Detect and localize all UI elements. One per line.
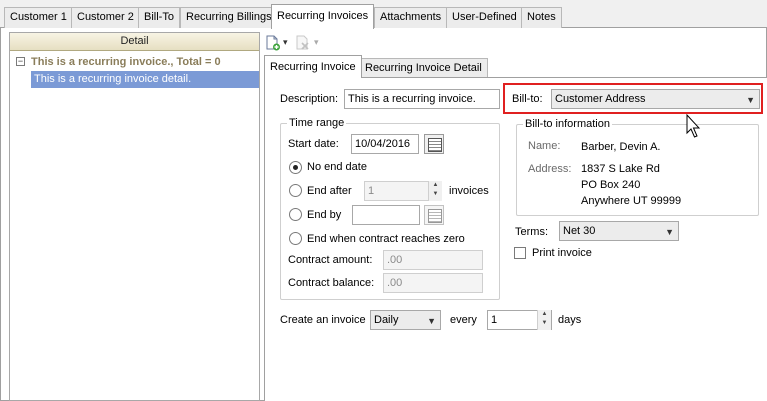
tab-customer-1[interactable]: Customer 1 <box>4 7 73 28</box>
end-after-label: End after <box>307 185 352 197</box>
end-by-label: End by <box>307 209 342 221</box>
days-label: days <box>558 314 582 326</box>
chevron-down-icon: ▼ <box>665 227 674 237</box>
tree-group-row[interactable]: − This is a recurring invoice., Total = … <box>10 53 259 71</box>
tree-column-header[interactable]: Detail <box>10 33 259 51</box>
billto-address-line3: Anywhere UT 99999 <box>581 195 682 207</box>
every-spinner[interactable]: ▲ ▼ <box>537 310 551 330</box>
billto-name-label: Name: <box>528 140 561 152</box>
tab-recurring-invoice[interactable]: Recurring Invoice <box>264 55 362 78</box>
tab-customer-2[interactable]: Customer 2 <box>71 7 140 28</box>
tree-group-label: This is a recurring invoice., Total = 0 <box>31 56 221 68</box>
frequency-select[interactable]: Daily ▼ <box>370 310 441 330</box>
billto-address-label: Address: <box>528 163 572 175</box>
no-end-date-radio[interactable] <box>289 161 302 174</box>
create-invoice-label: Create an invoice <box>280 314 366 326</box>
tab-recurring-invoices[interactable]: Recurring Invoices <box>271 4 375 29</box>
contract-balance-input[interactable]: .00 <box>383 273 483 293</box>
tab-recurring-invoice-detail[interactable]: Recurring Invoice Detail <box>359 58 488 77</box>
delete-icon[interactable] <box>295 35 311 51</box>
end-contract-zero-radio[interactable] <box>289 232 302 245</box>
chevron-down-icon: ▼ <box>427 316 436 326</box>
print-invoice-label: Print invoice <box>532 247 592 259</box>
time-range-title: Time range <box>287 116 347 130</box>
end-after-radio[interactable] <box>289 184 302 197</box>
description-label: Description: <box>280 93 339 105</box>
every-value: 1 <box>491 314 498 326</box>
description-input[interactable]: This is a recurring invoice. <box>344 89 500 109</box>
contract-amount-input[interactable]: .00 <box>383 250 483 270</box>
every-label: every <box>450 314 477 326</box>
tab-bill-to[interactable]: Bill-To <box>138 7 180 28</box>
contract-balance-label: Contract balance: <box>288 277 375 289</box>
end-by-input[interactable] <box>352 205 420 225</box>
end-after-value: 1 <box>368 185 375 197</box>
highlight-box <box>503 83 763 114</box>
tab-attachments[interactable]: Attachments <box>374 7 448 28</box>
calendar-icon[interactable] <box>424 134 444 154</box>
terms-select-value: Net 30 <box>563 225 596 237</box>
terms-select[interactable]: Net 30 ▼ <box>559 221 679 241</box>
end-after-spinner[interactable]: ▲ ▼ <box>428 181 442 201</box>
detail-tree[interactable]: Detail − This is a recurring invoice., T… <box>9 32 260 401</box>
print-invoice-checkbox[interactable] <box>514 247 526 259</box>
start-date-input[interactable]: 10/04/2016 <box>351 134 419 154</box>
new-dropdown-icon[interactable]: ▾ <box>283 35 288 49</box>
start-date-label: Start date: <box>288 138 339 150</box>
billto-address-line2: PO Box 240 <box>581 179 641 191</box>
frequency-select-value: Daily <box>374 314 399 326</box>
tab-notes[interactable]: Notes <box>521 7 562 28</box>
new-document-icon[interactable] <box>265 35 281 51</box>
billto-address-line1: 1837 S Lake Rd <box>581 163 660 175</box>
invoices-label: invoices <box>449 185 489 197</box>
contract-amount-label: Contract amount: <box>288 254 373 266</box>
mouse-cursor-icon <box>686 113 702 140</box>
calendar-icon[interactable] <box>424 205 444 225</box>
tab-recurring-billings[interactable]: Recurring Billings <box>180 7 278 28</box>
tree-detail-row[interactable]: This is a recurring invoice detail. <box>31 71 259 88</box>
billto-info-title: Bill-to information <box>523 117 612 131</box>
terms-label: Terms: <box>515 226 548 238</box>
billto-name-value: Barber, Devin A. <box>581 141 661 153</box>
no-end-date-label: No end date <box>307 161 367 173</box>
end-contract-zero-label: End when contract reaches zero <box>307 233 465 245</box>
tab-user-defined[interactable]: User-Defined <box>446 7 523 28</box>
collapse-icon[interactable]: − <box>16 57 25 66</box>
end-by-radio[interactable] <box>289 208 302 221</box>
delete-dropdown-icon[interactable]: ▾ <box>314 35 319 49</box>
